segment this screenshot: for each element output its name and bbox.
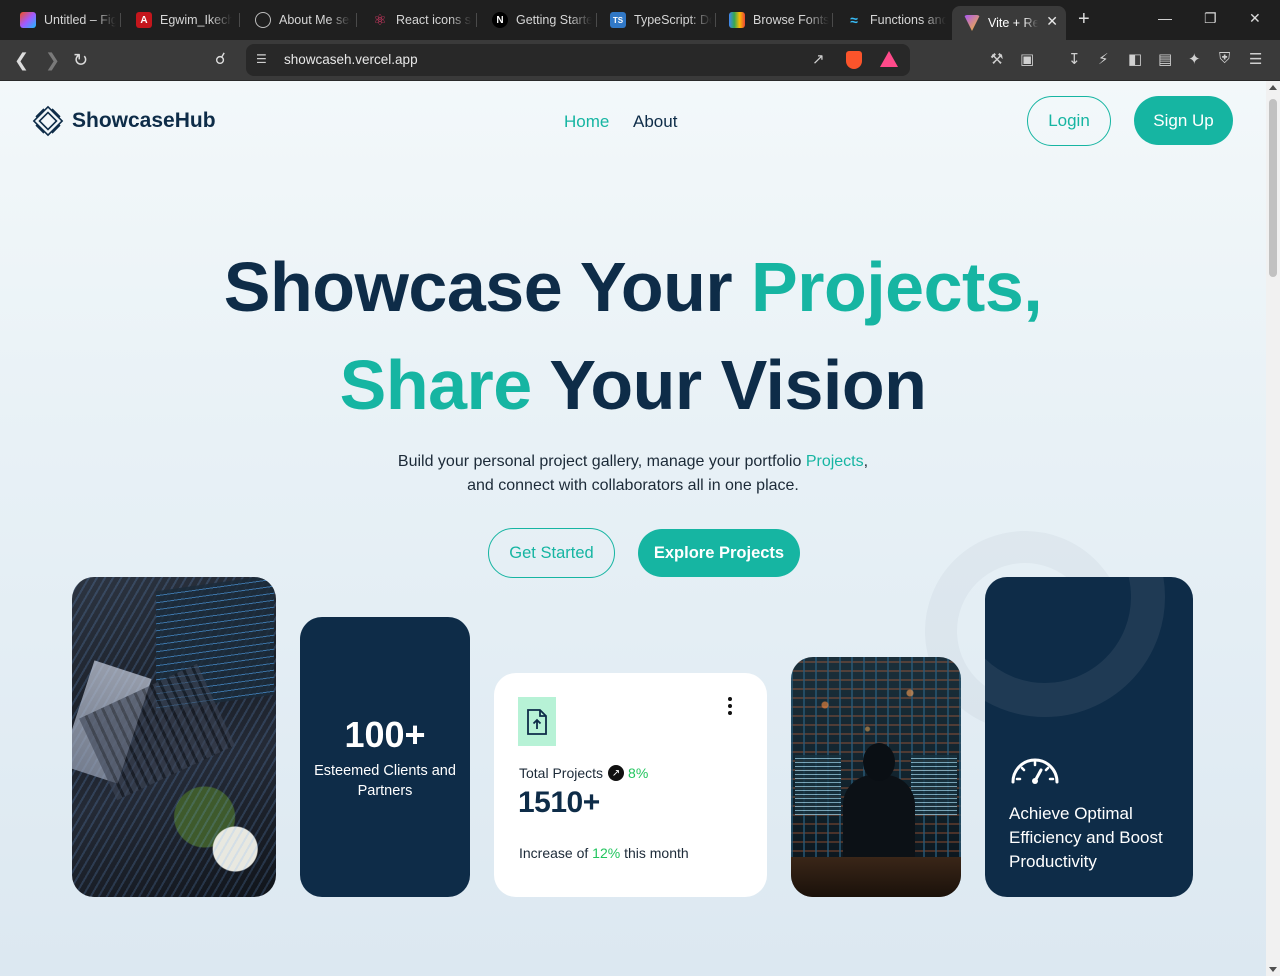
wallet-icon[interactable]: ▤ — [1158, 50, 1172, 68]
more-options-icon[interactable] — [728, 697, 732, 718]
url-text[interactable]: showcaseh.vercel.app — [284, 52, 418, 67]
close-window-icon[interactable]: ✕ — [1249, 10, 1261, 27]
clients-count: 100+ — [344, 714, 426, 755]
browser-tab-bar: Untitled – Figma A Egwim_Ikechukwu About… — [0, 0, 1280, 40]
extensions-icon[interactable]: ⚒ — [990, 50, 1003, 68]
clients-stat-card: 100+ Esteemed Clients and Partners — [300, 617, 470, 897]
hero-title-line-1: Showcase Your Projects, — [0, 247, 1266, 327]
tab-figma[interactable]: Untitled – Figma — [8, 6, 116, 34]
leo-icon[interactable]: ⚡ — [1098, 50, 1109, 68]
hero-text: Your Vision — [531, 346, 927, 424]
scroll-up-icon[interactable] — [1269, 85, 1277, 90]
subtitle-text: , — [863, 453, 869, 470]
figma-icon — [20, 12, 36, 28]
tab-title: React icons search — [396, 13, 472, 27]
tab-pdf[interactable]: A Egwim_Ikechukwu — [124, 6, 232, 34]
sidebar-icon[interactable]: ◧ — [1128, 50, 1142, 68]
clients-label: Esteemed Clients and Partners — [314, 763, 456, 799]
back-icon[interactable]: ❮ — [14, 49, 29, 71]
tab-tailwind[interactable]: ≈ Functions and — [834, 6, 946, 34]
close-tab-icon[interactable]: ✕ — [1046, 13, 1058, 30]
nav-home-link[interactable]: Home — [564, 112, 609, 132]
increase-text: Increase of 12% this month — [519, 845, 689, 861]
projects-label: Total Projects — [519, 765, 604, 781]
google-fonts-icon — [729, 12, 745, 28]
increase-percent: 12% — [592, 845, 621, 861]
hero-title-line-2: Share Your Vision — [0, 345, 1266, 425]
tab-title: Getting Started — [516, 13, 592, 27]
share-icon[interactable]: ↗ — [812, 50, 825, 68]
react-icon: ⚛ — [373, 12, 387, 29]
pdf-icon: A — [136, 12, 152, 28]
trend-up-icon: ↗ — [608, 765, 625, 781]
tab-title: Browse Fonts — [753, 13, 829, 27]
hero-subtitle-line-1: Build your personal project gallery, man… — [0, 450, 1266, 474]
subtitle-accent: Projects — [805, 453, 864, 470]
projects-count: 1510+ — [518, 786, 600, 819]
nextjs-icon: N — [492, 12, 508, 28]
logo-icon — [32, 105, 64, 137]
typescript-icon: TS — [610, 12, 626, 28]
new-tab-button[interactable]: + — [1078, 8, 1090, 31]
page-viewport: ShowcaseHub Home About Login Sign Up Sho… — [0, 81, 1266, 976]
tab-nextjs[interactable]: N Getting Started — [480, 6, 592, 34]
reader-icon[interactable]: ▣ — [1020, 50, 1034, 68]
brave-rewards-icon[interactable] — [880, 51, 898, 67]
projects-stat-card: Total Projects ↗ 8% 1510+ Increase of 12… — [494, 673, 767, 897]
openai-icon — [255, 12, 271, 28]
hero-accent-text: Share — [339, 346, 533, 424]
minimize-icon[interactable]: — — [1158, 10, 1172, 26]
tab-title: About Me section — [279, 13, 351, 27]
vpn-icon[interactable]: ⛨ — [1219, 50, 1230, 67]
tab-vite-active[interactable]: Vite + React ✕ — [952, 6, 1066, 40]
hero-text: Showcase Your — [223, 248, 752, 326]
login-button[interactable]: Login — [1027, 96, 1111, 146]
browser-toolbar: ❮ ❯ ↻ ☌ ☰ showcaseh.vercel.app ↗ ⚒ ▣ ↧ ⚡… — [0, 40, 1280, 81]
brand-name: ShowcaseHub — [72, 109, 216, 132]
site-info-icon[interactable]: ☰ — [256, 52, 267, 66]
reload-icon[interactable]: ↻ — [73, 49, 88, 71]
forward-icon[interactable]: ❯ — [45, 49, 60, 71]
efficiency-card: Achieve Optimal Efficiency and Boost Pro… — [985, 577, 1193, 897]
brave-shields-icon[interactable] — [846, 51, 862, 69]
increase-suffix: this month — [620, 845, 689, 861]
tab-title: Vite + React — [988, 16, 1038, 30]
scroll-thumb[interactable] — [1269, 99, 1277, 277]
restore-icon[interactable]: ❐ — [1204, 10, 1217, 27]
increase-prefix: Increase of — [519, 845, 593, 861]
page-scrollbar[interactable] — [1266, 81, 1280, 976]
developer-photo — [791, 657, 961, 897]
tailwind-icon: ≈ — [850, 12, 858, 28]
tab-google-fonts[interactable]: Browse Fonts — [717, 6, 829, 34]
bookmark-icon[interactable]: ☌ — [215, 49, 226, 71]
nav-about-link[interactable]: About — [633, 112, 677, 132]
tab-chatgpt[interactable]: About Me section — [243, 6, 351, 34]
projects-label-row: Total Projects ↗ 8% — [519, 765, 648, 781]
menu-icon[interactable]: ☰ — [1249, 50, 1262, 68]
speedometer-icon — [1011, 758, 1059, 784]
get-started-button[interactable]: Get Started — [488, 528, 615, 578]
hero-subtitle-line-2: and connect with collaborators all in on… — [467, 477, 799, 494]
subtitle-text: Build your personal project gallery, man… — [397, 453, 806, 470]
file-upload-icon — [518, 697, 556, 746]
logo[interactable]: ShowcaseHub — [32, 105, 216, 137]
workspace-photo — [72, 577, 276, 897]
projects-percent: 8% — [628, 765, 649, 781]
tab-title: Egwim_Ikechukwu — [160, 13, 232, 27]
address-bar[interactable]: ☰ showcaseh.vercel.app ↗ — [246, 44, 910, 76]
tab-title: TypeScript: Docs — [634, 13, 712, 27]
efficiency-text: Achieve Optimal Efficiency and Boost Pro… — [1009, 804, 1163, 871]
scroll-down-icon[interactable] — [1269, 967, 1277, 972]
tab-title: Untitled – Figma — [44, 13, 116, 27]
tab-typescript[interactable]: TS TypeScript: Docs — [598, 6, 712, 34]
tab-react-icons[interactable]: ⚛ React icons search — [360, 6, 472, 34]
explore-projects-button[interactable]: Explore Projects — [638, 529, 800, 577]
signup-button[interactable]: Sign Up — [1134, 96, 1233, 145]
ai-sparkle-icon[interactable]: ✦ — [1188, 50, 1201, 68]
download-icon[interactable]: ↧ — [1068, 50, 1081, 68]
hero-accent-text: Projects, — [751, 248, 1043, 326]
tab-title: Functions and — [870, 13, 946, 27]
vite-icon — [964, 15, 980, 31]
